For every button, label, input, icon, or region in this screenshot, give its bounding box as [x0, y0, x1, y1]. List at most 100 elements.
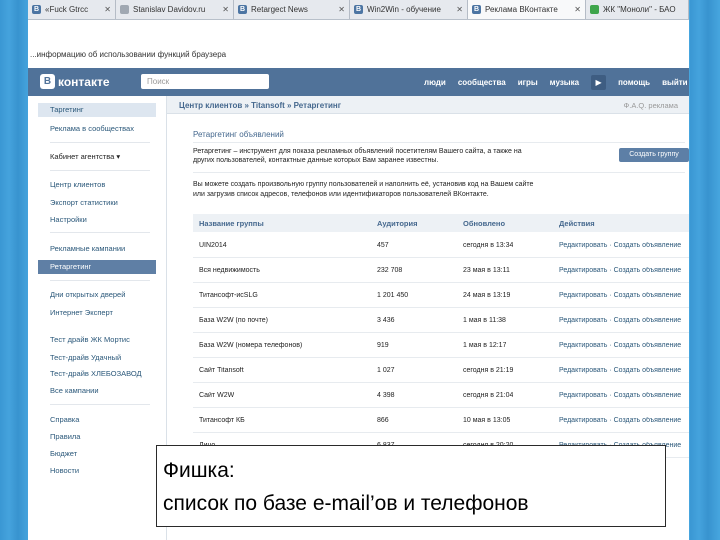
- cell-audience: 3 436: [377, 317, 395, 324]
- cell-audience: 919: [377, 342, 389, 349]
- table-row: База W2W (номера телефонов) 919 1 мая в 12…: [193, 334, 689, 358]
- cell-actions[interactable]: Редактировать · Создать объявление: [559, 417, 681, 424]
- cell-group-name: Титансофт-исSLG: [199, 292, 258, 299]
- table-row: База W2W (по почте) 3 436 1 мая в 11:38 Ред…: [193, 309, 689, 333]
- vk-icon: В: [472, 5, 481, 14]
- create-group-button[interactable]: Создать группу: [619, 148, 689, 162]
- search-input[interactable]: Поиск: [141, 74, 269, 89]
- sidebar-item-agency-cabinet[interactable]: Кабинет агентства ▾: [38, 152, 156, 162]
- close-icon[interactable]: ✕: [104, 5, 111, 14]
- vk-icon: В: [238, 5, 247, 14]
- nav-logout[interactable]: выйти: [662, 78, 688, 87]
- sidebar-item-budget[interactable]: Бюджет: [38, 449, 156, 459]
- cell-actions[interactable]: Редактировать · Создать объявление: [559, 267, 681, 274]
- breadcrumb[interactable]: Центр клиентов » Titansoft » Ретаргетинг: [179, 101, 341, 110]
- cell-audience: 4 398: [377, 392, 395, 399]
- vk-logo[interactable]: В контакте: [40, 74, 110, 89]
- cell-updated: сегодня в 21:19: [463, 367, 514, 374]
- sidebar-item-rules[interactable]: Правила: [38, 432, 156, 442]
- cell-audience: 457: [377, 242, 389, 249]
- help-link[interactable]: Ф.А.Q. реклама: [624, 101, 678, 110]
- divider: [50, 404, 150, 405]
- sidebar-item-campaign[interactable]: Тест-драйв ХЛЕБОЗАВОД: [38, 369, 156, 379]
- table-header: Название группы Аудитория Обновлено Дейс…: [193, 214, 689, 232]
- browser-tab[interactable]: В Retargect News ✕: [234, 0, 350, 19]
- cell-actions[interactable]: Редактировать · Создать объявление: [559, 317, 681, 324]
- cell-updated: 23 мая в 13:11: [463, 267, 510, 274]
- caption-line-1: Фишка:: [163, 459, 235, 482]
- browser-tab-active[interactable]: В Реклама ВКонтакте ✕: [468, 0, 586, 19]
- close-icon[interactable]: ✕: [222, 5, 229, 14]
- cell-actions[interactable]: Редактировать · Создать объявление: [559, 242, 681, 249]
- cell-group-name: UIN2014: [199, 242, 227, 249]
- close-icon[interactable]: ✕: [338, 5, 345, 14]
- sidebar-item-help[interactable]: Справка: [38, 415, 156, 425]
- cell-actions[interactable]: Редактировать · Создать объявление: [559, 392, 681, 399]
- divider: [193, 142, 685, 143]
- sidebar-item-campaigns[interactable]: Рекламные кампании: [38, 244, 156, 254]
- table-row: Сайт Titansoft 1 027 сегодня в 21:19 Редакт…: [193, 359, 689, 383]
- sidebar-item-targeting[interactable]: Таргетинг: [38, 103, 156, 117]
- browser-tab[interactable]: В «Fuck Gtrcc ✕: [28, 0, 116, 19]
- sidebar-item-all-campaigns[interactable]: Все кампании: [38, 386, 156, 396]
- divider: [50, 142, 150, 143]
- cell-actions[interactable]: Редактировать · Создать объявление: [559, 292, 681, 299]
- sidebar-item-clients[interactable]: Центр клиентов: [38, 180, 156, 190]
- col-name-header[interactable]: Название группы: [199, 219, 264, 228]
- cell-group-name: Сайт W2W: [199, 392, 235, 399]
- cell-group-name: База W2W (номера телефонов): [199, 342, 303, 349]
- cell-audience: 232 708: [377, 267, 403, 274]
- vk-logo-badge: В: [40, 74, 55, 89]
- play-icon[interactable]: ▶: [591, 74, 607, 90]
- cell-updated: 10 мая в 13:05: [463, 417, 511, 424]
- caption-box: Фишка: список по базе e-mail’ов и телефо…: [156, 445, 666, 527]
- cell-updated: 24 мая в 13:19: [463, 292, 511, 299]
- nav-people[interactable]: люди: [424, 78, 446, 87]
- cell-group-name: Титансофт КБ: [199, 417, 245, 424]
- cell-actions[interactable]: Редактировать · Создать объявление: [559, 367, 681, 374]
- sidebar-item-campaign[interactable]: Тест-драйв Удачный: [38, 353, 156, 363]
- col-audience-header[interactable]: Аудитория: [377, 219, 418, 228]
- close-icon[interactable]: ✕: [574, 5, 581, 14]
- screenshot: В «Fuck Gtrcc ✕ Stanislav Davidov.ru ✕ В Ret…: [28, 0, 689, 540]
- cell-updated: сегодня в 13:34: [463, 242, 514, 249]
- cell-group-name: Сайт Titansoft: [199, 367, 244, 374]
- intro-line: Ретаргетинг – инструмент для показа рекл…: [193, 148, 522, 155]
- breadcrumb-bar: Центр клиентов » Titansoft » Ретаргетинг…: [167, 96, 689, 114]
- sidebar-item-campaign[interactable]: Дни открытых дверей: [38, 290, 156, 300]
- note-line: Вы можете создать произвольную группу по…: [193, 181, 534, 188]
- col-actions-header: Действия: [559, 219, 595, 228]
- section-title: Ретаргетинг объявлений: [193, 130, 284, 139]
- close-icon[interactable]: ✕: [456, 5, 463, 14]
- sidebar-item-campaign[interactable]: Тест драйв ЖК Мортис: [38, 335, 156, 345]
- browser-tab[interactable]: Stanislav Davidov.ru ✕: [116, 0, 234, 19]
- table-row: Вся недвижимость 232 708 23 мая в 13:11 Ред…: [193, 259, 689, 283]
- table-row: Сайт W2W 4 398 сегодня в 21:04 Редактироват…: [193, 384, 689, 408]
- cell-group-name: База W2W (по почте): [199, 317, 268, 324]
- sidebar-item-retargeting[interactable]: Ретаргетинг: [38, 260, 156, 274]
- cell-actions[interactable]: Редактировать · Создать объявление: [559, 342, 681, 349]
- browser-tab[interactable]: ЖК "Моноли" - БАО: [586, 0, 689, 19]
- cell-updated: 1 мая в 12:17: [463, 342, 507, 349]
- sidebar-item-campaign[interactable]: Интернет Эксперт: [38, 308, 156, 318]
- table-row: Титансофт КБ 866 10 мая в 13:05 Редактирова…: [193, 409, 689, 433]
- sidebar-item-news[interactable]: Новости: [38, 466, 156, 476]
- nav-help[interactable]: помощь: [618, 78, 650, 87]
- vk-logo-text: контакте: [58, 74, 110, 89]
- cell-group-name: Вся недвижимость: [199, 267, 260, 274]
- nav-games[interactable]: игры: [518, 78, 538, 87]
- sidebar-item-community-ads[interactable]: Реклама в сообществах: [38, 124, 156, 134]
- sidebar-item-export-stats[interactable]: Экспорт статистики: [38, 198, 156, 208]
- browser-info-bar: ...информацию об использовании функций б…: [28, 20, 689, 68]
- divider: [50, 170, 150, 171]
- nav-music[interactable]: музыка: [550, 78, 579, 87]
- browser-tab[interactable]: В Win2Win - обучение ✕: [350, 0, 468, 19]
- table-row: UIN2014 457 сегодня в 13:34 Редактировать ·…: [193, 234, 689, 258]
- divider: [50, 280, 150, 281]
- vk-icon: В: [32, 5, 41, 14]
- nav-communities[interactable]: сообщества: [458, 78, 506, 87]
- vk-header: В контакте Поиск люди сообщества игры му…: [28, 68, 689, 96]
- col-updated-header[interactable]: Обновлено: [463, 219, 505, 228]
- sidebar-item-settings[interactable]: Настройки: [38, 215, 156, 225]
- vk-icon: В: [354, 5, 363, 14]
